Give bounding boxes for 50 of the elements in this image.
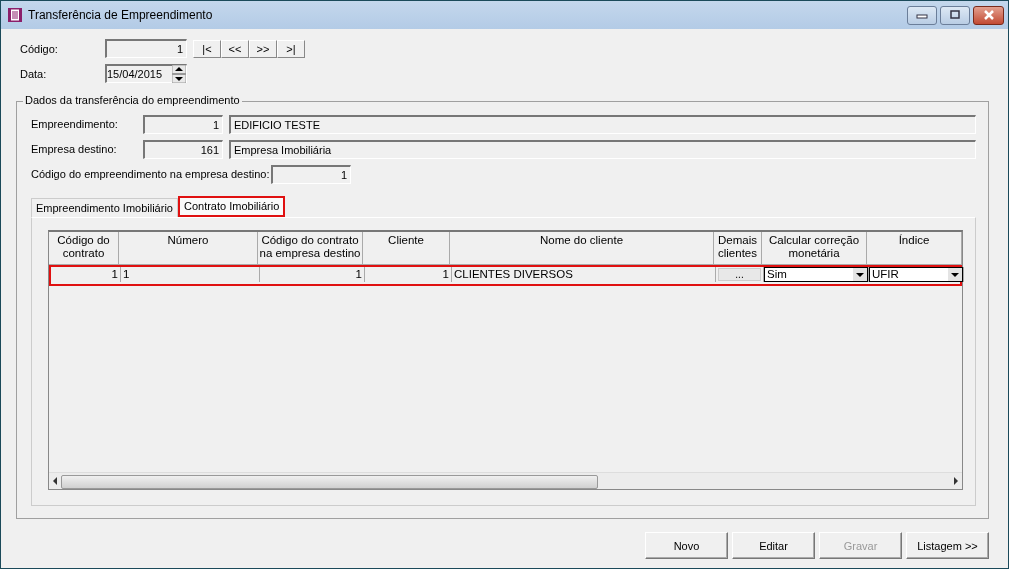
column-header[interactable]: Código do contrato bbox=[49, 232, 119, 265]
navigation-button[interactable]: >> bbox=[249, 39, 277, 58]
close-button[interactable] bbox=[973, 5, 1004, 25]
more-clients-button[interactable]: ... bbox=[718, 268, 761, 281]
column-header[interactable]: Nome do cliente bbox=[450, 232, 714, 265]
document-icon bbox=[7, 7, 23, 23]
action-button[interactable]: Editar bbox=[732, 532, 815, 559]
horizontal-scrollbar[interactable] bbox=[49, 472, 962, 489]
tab[interactable]: Empreendimento Imobiliário bbox=[31, 198, 178, 217]
field-label: Empresa destino: bbox=[31, 143, 118, 155]
table-cell: 1 bbox=[121, 267, 260, 282]
navigation-button[interactable]: |< bbox=[193, 39, 221, 58]
column-header[interactable]: Demais clientes bbox=[714, 232, 762, 265]
minimize-button[interactable] bbox=[907, 5, 937, 25]
table-cell: CLIENTES DIVERSOS bbox=[452, 267, 716, 282]
field-label: Código: bbox=[19, 42, 59, 55]
dropdown[interactable]: Sim bbox=[764, 267, 868, 282]
column-header[interactable]: Cliente bbox=[363, 232, 450, 265]
dropdown[interactable]: UFIR bbox=[869, 267, 963, 282]
column-header[interactable]: Número bbox=[119, 232, 258, 265]
name-field[interactable]: EDIFICIO TESTE bbox=[229, 114, 976, 134]
table-row[interactable]: 1 1 1 1 CLIENTES DIVERSOS ... Sim UFIR bbox=[49, 265, 962, 286]
window-title: Transferência de Empreendimento bbox=[28, 8, 213, 22]
scrollbar-thumb[interactable] bbox=[61, 475, 598, 489]
code-field[interactable]: 1 bbox=[143, 114, 223, 134]
name-field[interactable]: Empresa Imobiliária bbox=[229, 139, 976, 159]
table-cell: 1 bbox=[365, 267, 452, 282]
date-field[interactable]: 15/04/2015 bbox=[105, 64, 187, 83]
action-button[interactable]: Novo bbox=[645, 532, 728, 559]
field-label: Data: bbox=[19, 67, 48, 80]
navigation-button[interactable]: << bbox=[221, 39, 249, 58]
code-field[interactable]: 1 bbox=[271, 164, 351, 184]
field-label: Empreendimento: bbox=[31, 118, 119, 130]
group-legend: Dados da transferência do empreendimento bbox=[23, 94, 242, 106]
maximize-icon bbox=[949, 10, 961, 20]
column-header[interactable]: Índice bbox=[867, 232, 962, 265]
column-header[interactable]: Código do contrato na empresa destino bbox=[258, 232, 363, 265]
maximize-button[interactable] bbox=[940, 5, 970, 25]
table-cell: 1 bbox=[51, 267, 121, 282]
code-field[interactable]: 161 bbox=[143, 139, 223, 159]
code-field[interactable]: 1 bbox=[105, 39, 187, 58]
action-button[interactable]: Listagem >> bbox=[906, 532, 989, 559]
field-label: Código do empreendimento na empresa destino: bbox=[31, 168, 271, 180]
navigation-button[interactable]: >| bbox=[277, 39, 305, 58]
close-icon bbox=[981, 10, 996, 20]
spinner-icon[interactable] bbox=[172, 65, 186, 83]
minimize-icon bbox=[916, 11, 928, 19]
column-header[interactable]: Calcular correção monetária bbox=[762, 232, 867, 265]
tab[interactable]: Contrato Imobiliário bbox=[177, 196, 286, 217]
table-cell: 1 bbox=[260, 267, 365, 282]
